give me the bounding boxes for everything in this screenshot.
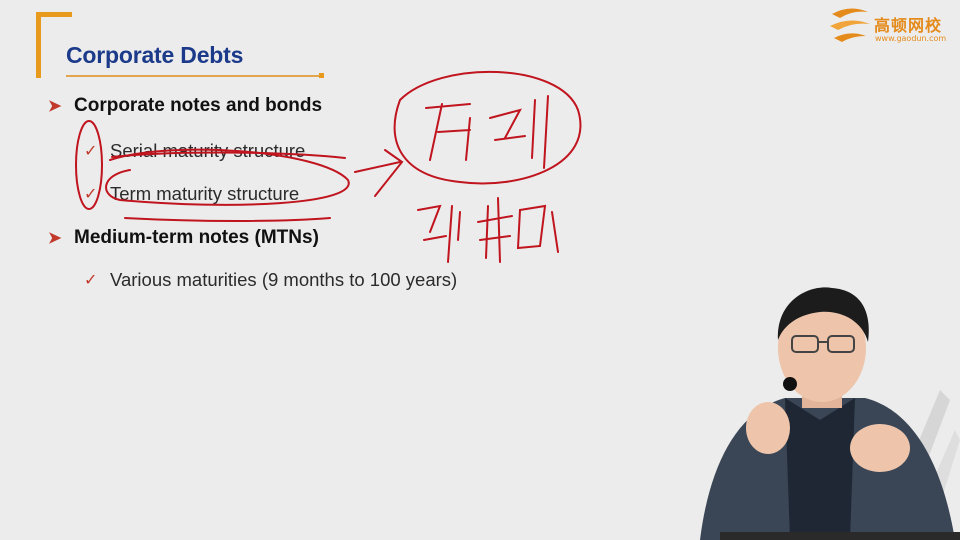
- swirl-logo-icon: [830, 8, 870, 42]
- slide-title: Corporate Debts: [66, 42, 244, 68]
- ink-arrow: [354, 161, 401, 173]
- sub-bullet-maturities: ✓ Various maturities (9 months to 100 ye…: [84, 269, 457, 291]
- slide-canvas: Corporate Debts 高顿网校 www.gaodun.com ➤ Co…: [0, 0, 960, 540]
- arrowhead-bullet-icon: ➤: [48, 230, 62, 247]
- sub-bullet-text: Various maturities (9 months to 100 year…: [110, 269, 458, 290]
- bullet-text: Medium-term notes (MTNs): [74, 227, 319, 248]
- sub-bullet-term: ✓ Term maturity structure: [84, 183, 299, 205]
- gaodun-logo: 高顿网校 www.gaodun.com: [828, 4, 956, 48]
- ink-characters-below: [417, 204, 461, 263]
- checkmark-bullet-icon: ✓: [84, 186, 98, 203]
- sub-bullet-text: Term maturity structure: [110, 183, 300, 204]
- sub-bullet-text: Serial maturity structure: [110, 140, 306, 161]
- ink-circle-characters: [393, 70, 582, 185]
- sub-bullet-serial: ✓ Serial maturity structure: [84, 140, 305, 162]
- logo-url: www.gaodun.com: [875, 34, 947, 43]
- bullet-corporate-notes: ➤ Corporate notes and bonds: [48, 95, 322, 117]
- title-underline: [66, 73, 324, 78]
- presenter-video: [700, 287, 960, 540]
- bullet-medium-term-notes: ➤ Medium-term notes (MTNs): [48, 227, 319, 249]
- logo-brand-name: 高顿网校: [874, 16, 943, 35]
- bullet-text: Corporate notes and bonds: [74, 95, 323, 116]
- checkmark-bullet-icon: ✓: [84, 143, 98, 160]
- checkmark-bullet-icon: ✓: [84, 272, 98, 289]
- ink-underline-term: [124, 217, 331, 222]
- arrowhead-bullet-icon: ➤: [48, 98, 62, 115]
